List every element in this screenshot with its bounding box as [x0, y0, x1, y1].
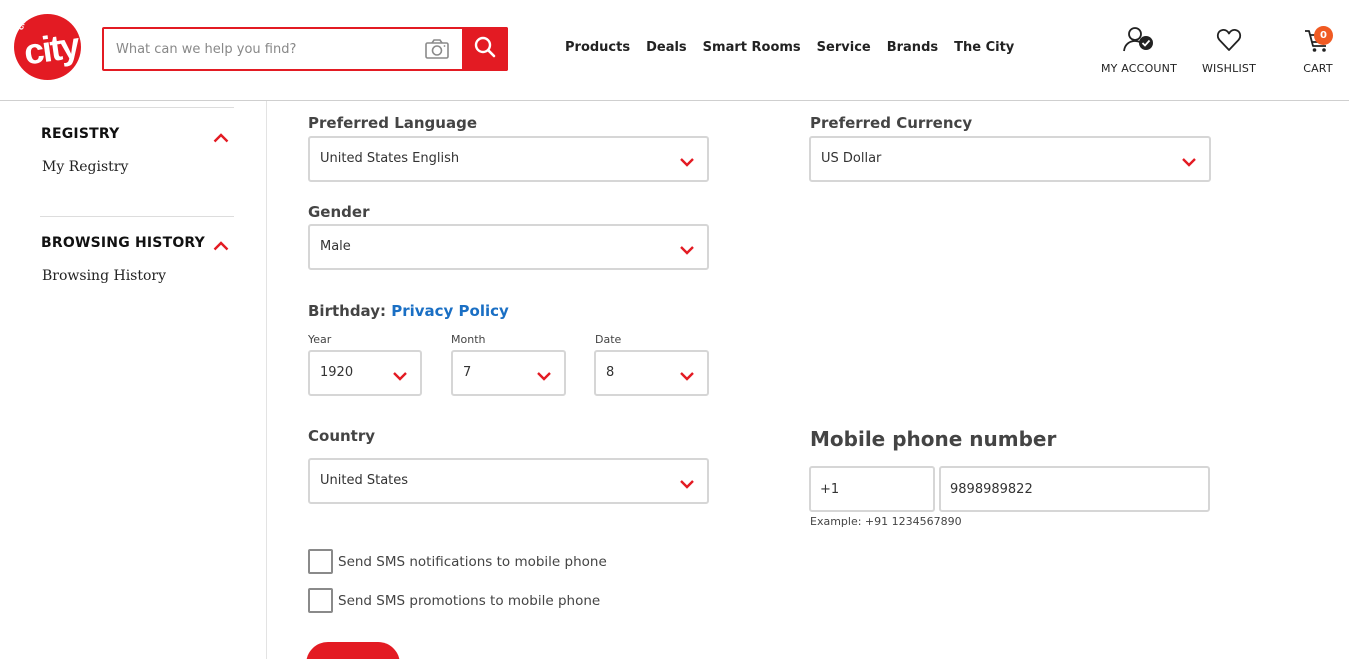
sms-promotions-checkbox[interactable] [308, 588, 333, 613]
nav-the-city[interactable]: The City [954, 40, 1014, 55]
cart-count-badge: 0 [1314, 26, 1333, 45]
logo-text-small: circuit [15, 14, 33, 32]
chevron-down-icon [536, 367, 552, 381]
chevron-down-icon [679, 367, 695, 381]
birthday-label-text: Birthday: [308, 302, 386, 320]
phone-example-hint: Example: +91 1234567890 [810, 515, 962, 528]
year-value: 1920 [320, 365, 354, 380]
mobile-number-field[interactable] [939, 466, 1210, 512]
sms-notifications-row[interactable]: Send SMS notifications to mobile phone [308, 549, 607, 574]
month-label: Month [451, 333, 486, 346]
site-header: circuit city Products Deals Smart Rooms [0, 0, 1349, 101]
logo-text-big: city [21, 24, 81, 73]
sidebar-divider [40, 216, 234, 217]
main-nav: Products Deals Smart Rooms Service Brand… [565, 40, 1030, 55]
birthday-label: Birthday: Privacy Policy [308, 302, 509, 320]
nav-products[interactable]: Products [565, 40, 630, 55]
preferred-currency-label: Preferred Currency [810, 114, 973, 132]
nav-service[interactable]: Service [817, 40, 871, 55]
year-label: Year [308, 333, 332, 346]
cart-label: CART [1303, 62, 1333, 75]
search-input[interactable] [104, 29, 416, 69]
my-account-label: MY ACCOUNT [1100, 62, 1178, 75]
sms-promotions-label: Send SMS promotions to mobile phone [338, 592, 601, 609]
sidebar-heading-registry[interactable]: REGISTRY [41, 126, 119, 142]
preferred-language-label: Preferred Language [308, 114, 477, 132]
heart-icon [1216, 29, 1242, 58]
search-bar [102, 27, 508, 71]
sidebar-heading-browsing-history[interactable]: BROWSING HISTORY [41, 235, 205, 251]
nav-deals[interactable]: Deals [646, 40, 687, 55]
chevron-down-icon [392, 367, 408, 381]
chevron-up-icon[interactable] [213, 236, 229, 251]
gender-select[interactable]: Male [308, 224, 709, 270]
preferred-language-value: United States English [320, 151, 460, 166]
sms-notifications-label: Send SMS notifications to mobile phone [338, 553, 607, 570]
chevron-up-icon[interactable] [213, 128, 229, 143]
country-code-field[interactable] [809, 466, 935, 512]
camera-icon[interactable] [424, 38, 450, 60]
my-account-button[interactable]: MY ACCOUNT [1100, 26, 1178, 75]
year-select[interactable]: 1920 [308, 350, 422, 396]
date-select[interactable]: 8 [594, 350, 709, 396]
cart-button[interactable]: 0 CART [1296, 26, 1340, 75]
search-button[interactable] [462, 27, 508, 71]
wishlist-label: WISHLIST [1201, 62, 1257, 75]
date-value: 8 [606, 365, 615, 380]
chevron-down-icon [679, 241, 695, 255]
month-value: 7 [463, 365, 472, 380]
save-button[interactable] [306, 642, 400, 659]
preferred-currency-select[interactable]: US Dollar [809, 136, 1211, 182]
account-sidebar: REGISTRY My Registry BROWSING HISTORY Br… [0, 101, 267, 659]
nav-smart-rooms[interactable]: Smart Rooms [703, 40, 801, 55]
mobile-phone-heading: Mobile phone number [810, 427, 1057, 451]
circuit-city-logo[interactable]: circuit city [14, 14, 81, 80]
chevron-down-icon [1181, 153, 1197, 167]
gender-label: Gender [308, 203, 370, 221]
sms-notifications-checkbox[interactable] [308, 549, 333, 574]
preferred-language-select[interactable]: United States English [308, 136, 709, 182]
gender-value: Male [320, 239, 351, 254]
chevron-down-icon [679, 475, 695, 489]
country-select[interactable]: United States [308, 458, 709, 504]
sms-promotions-row[interactable]: Send SMS promotions to mobile phone [308, 588, 600, 613]
search-icon [474, 36, 496, 62]
sidebar-link-browsing-history[interactable]: Browsing History [42, 268, 166, 284]
preferred-currency-value: US Dollar [821, 151, 882, 166]
sidebar-link-my-registry[interactable]: My Registry [42, 159, 128, 175]
account-check-icon [1122, 27, 1156, 58]
wishlist-button[interactable]: WISHLIST [1199, 26, 1259, 75]
month-select[interactable]: 7 [451, 350, 566, 396]
chevron-down-icon [679, 153, 695, 167]
sidebar-divider [40, 107, 234, 108]
country-label: Country [308, 427, 376, 445]
country-value: United States [320, 473, 409, 488]
nav-brands[interactable]: Brands [887, 40, 938, 55]
date-label: Date [595, 333, 622, 346]
privacy-policy-link[interactable]: Privacy Policy [391, 302, 509, 320]
